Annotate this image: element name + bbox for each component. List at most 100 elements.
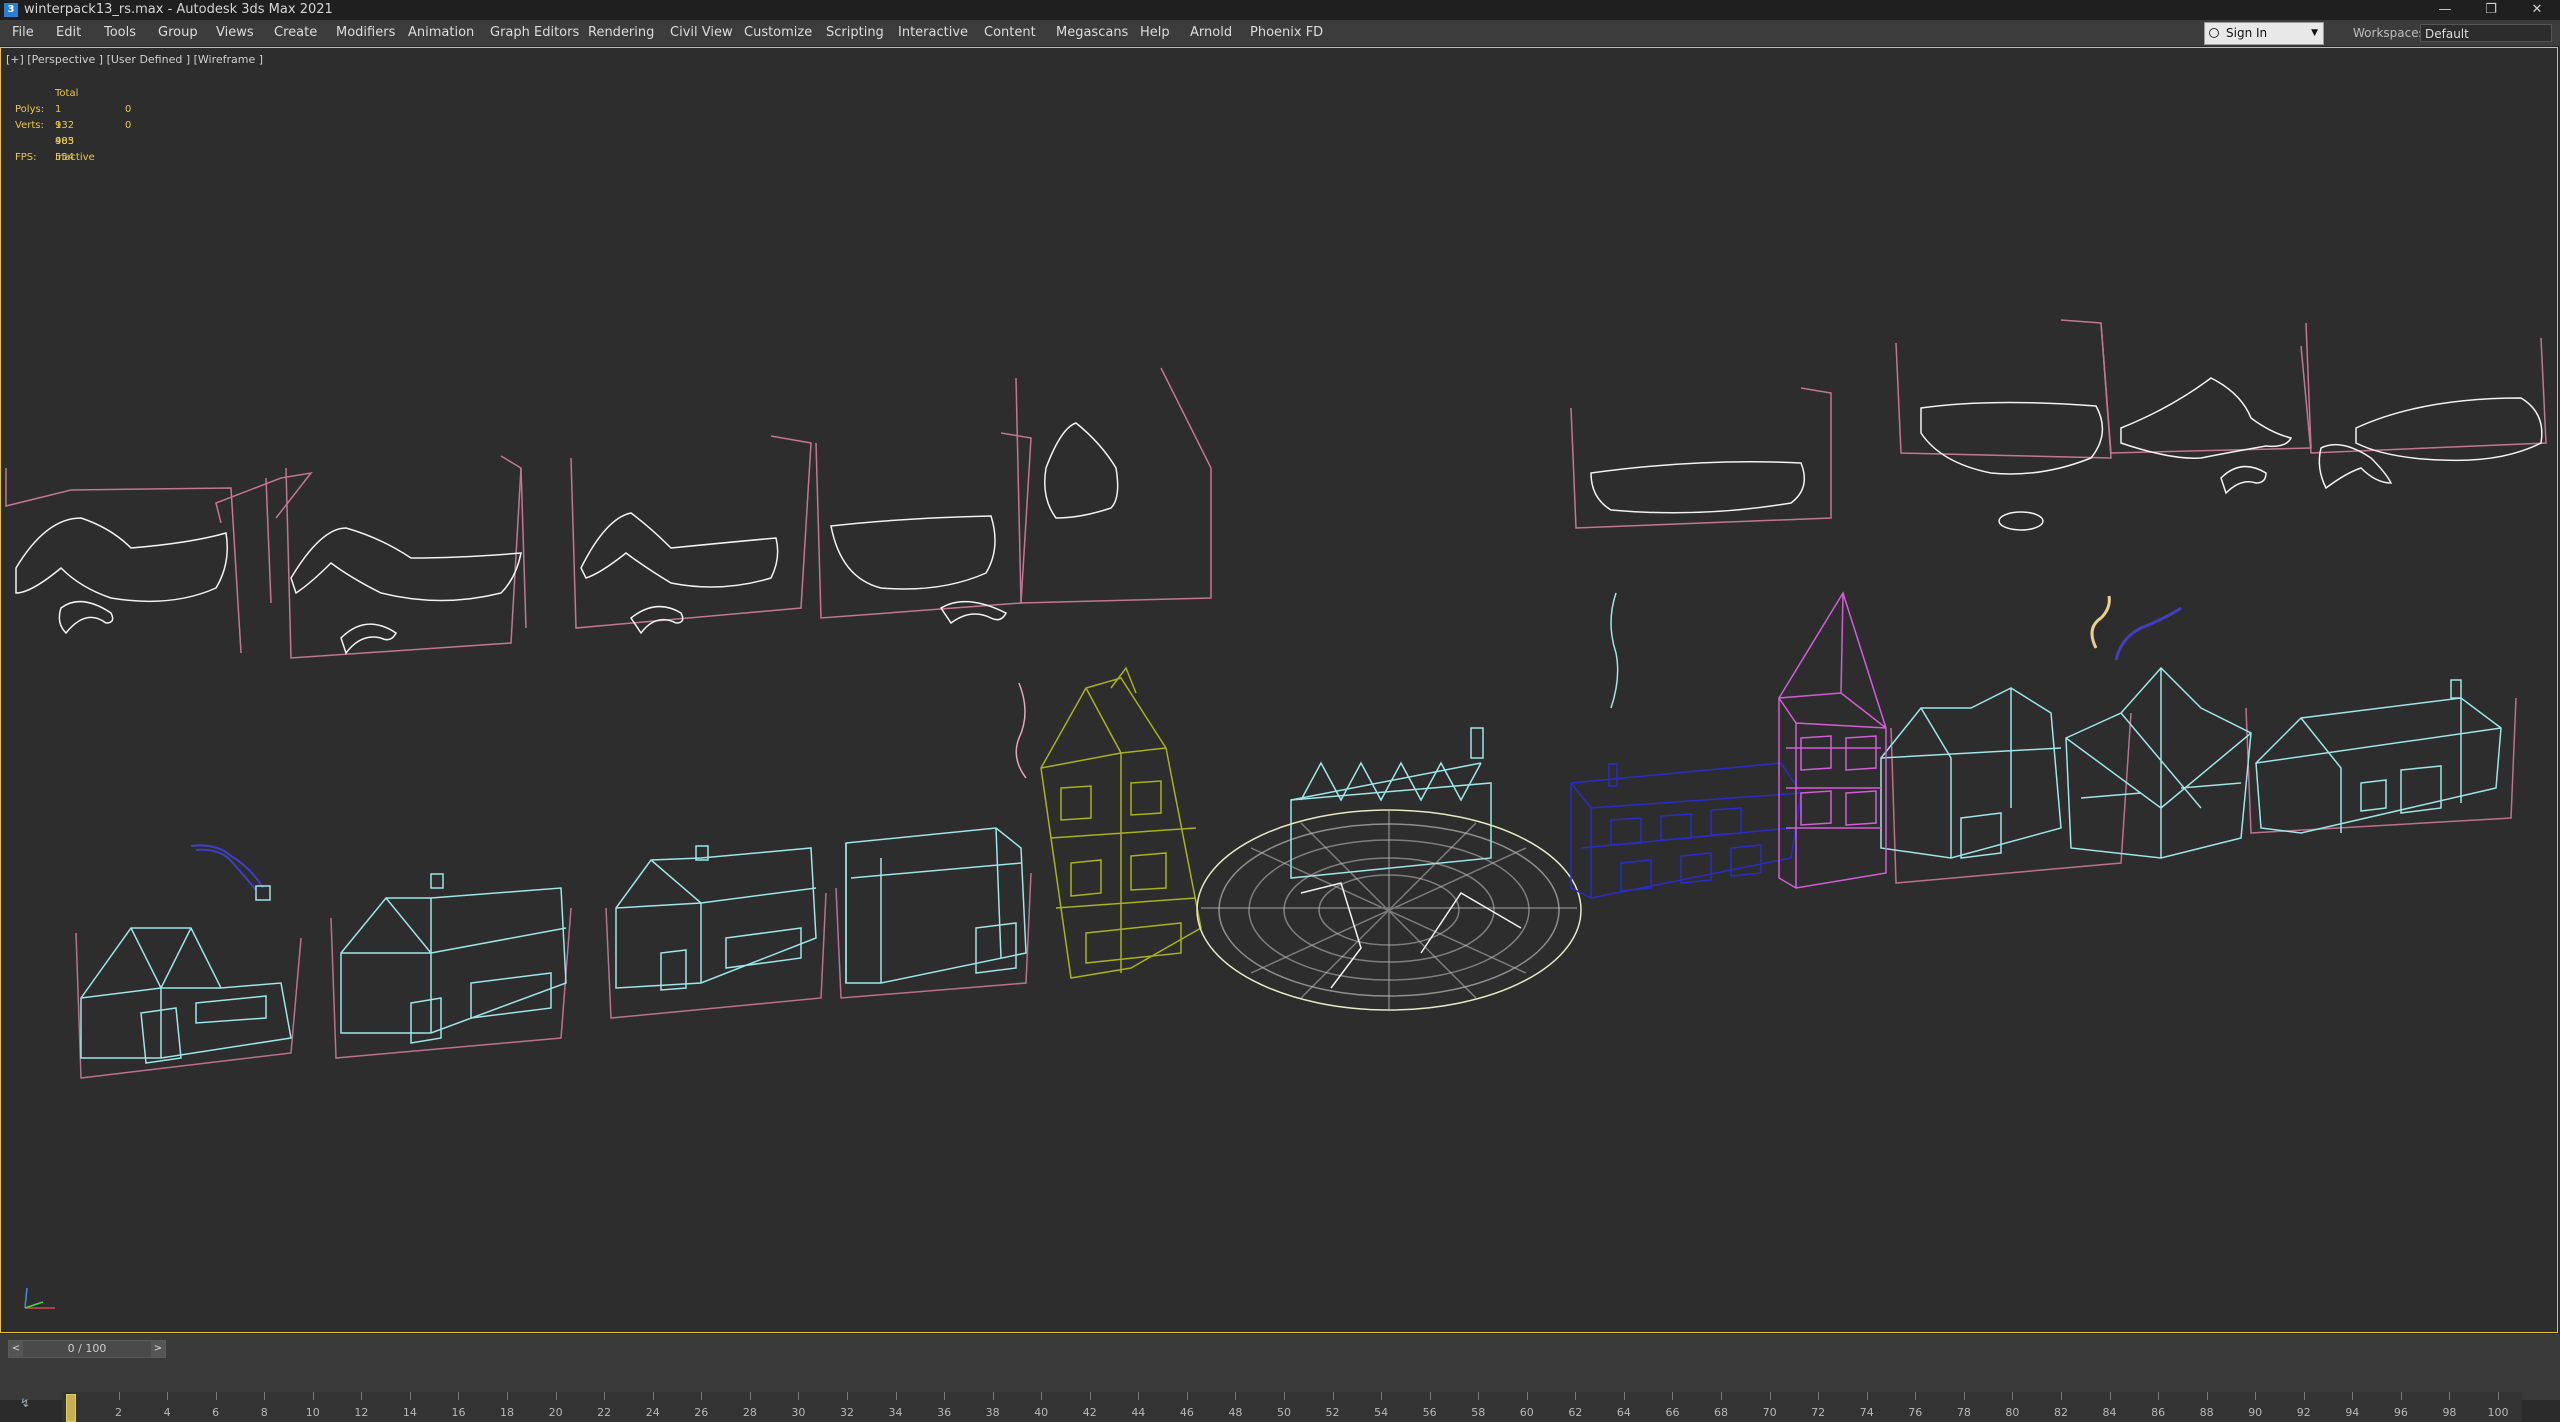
timeline-tick [2158,1392,2160,1400]
menu-arnold[interactable]: Arnold [1190,20,1232,46]
next-frame-icon[interactable]: > [151,1341,165,1357]
window-title: winterpack13_rs.max - Autodesk 3ds Max 2… [24,2,333,17]
house-mesh-olive [1040,666,1202,979]
timeline-tick [1235,1392,1237,1400]
menu-graph-editors[interactable]: Graph Editors [490,20,579,46]
menu-phoenix-fd[interactable]: Phoenix FD [1250,20,1323,46]
timeline-tick-label: 80 [2005,1406,2020,1419]
timeline-tick [1089,1392,1091,1400]
menu-content[interactable]: Content [984,20,1036,46]
timeline-tick [264,1392,266,1400]
timeline-tick [749,1392,751,1400]
timeline-tick-label: 44 [1131,1406,1146,1419]
wireframe-scene[interactable] [1,48,2557,1332]
viewport-label[interactable]: [+] [Perspective ] [User Defined ] [Wire… [6,53,263,66]
menu-animation[interactable]: Animation [408,20,474,46]
timeline-tick-label: 40 [1034,1406,1049,1419]
timeline-tick [1623,1392,1625,1400]
menu-rendering[interactable]: Rendering [588,20,654,46]
rock-meshes [15,377,2543,655]
timeline-tick-label: 30 [791,1406,806,1419]
timeline-tick-label: 52 [1325,1406,1340,1419]
timeline-tick-label: 48 [1228,1406,1243,1419]
timeline-tick-label: 58 [1471,1406,1486,1419]
time-slider[interactable]: < 0 / 100 > [8,1340,166,1358]
timeline-tick [555,1392,557,1400]
polys-selected: 0 [125,104,132,115]
timeline-tick-label: 32 [839,1406,854,1419]
timeline-tick-label: 98 [2442,1406,2457,1419]
timeline-tick [798,1392,800,1400]
menu-civil-view[interactable]: Civil View [670,20,733,46]
time-slider-position: 0 / 100 [67,1342,107,1355]
timeline-tick-label: 36 [937,1406,952,1419]
timeline-tick [215,1392,217,1400]
prev-frame-icon[interactable]: < [9,1341,23,1357]
tower-mesh-magenta [1778,591,1887,889]
sign-in-label: Sign In [2226,26,2268,40]
timeline-tick [1672,1392,1674,1400]
timeline-tick [1915,1392,1917,1400]
restore-icon[interactable]: ❐ [2468,0,2514,20]
perspective-viewport[interactable]: [+] [Perspective ] [User Defined ] [Wire… [0,47,2558,1333]
menu-megascans[interactable]: Megascans [1056,20,1128,46]
timeline-tick [846,1392,848,1400]
timeline-tick [992,1392,994,1400]
workspaces-label: Workspaces: [2353,26,2429,40]
timeline-tick [1721,1392,1723,1400]
timeline-tick [1478,1392,1480,1400]
fps-value: Inactive [55,152,95,163]
timeline-tick-label: 50 [1277,1406,1291,1419]
timeline-tick [2206,1392,2208,1400]
timeline-tick [1769,1392,1771,1400]
timeline-tick-label: 96 [2393,1406,2408,1419]
timeline-tick-label: 22 [597,1406,612,1419]
menu-customize[interactable]: Customize [744,20,812,46]
chevron-down-icon: ▼ [2311,28,2318,38]
sign-in-button[interactable]: Sign In ▼ [2204,22,2324,45]
time-cursor[interactable] [66,1394,76,1422]
timeline-tick [1575,1392,1577,1400]
timeline-tick-label: 90 [2248,1406,2263,1419]
timeline-tick-label: 42 [1082,1406,1097,1419]
workspace-select[interactable]: Default [2420,24,2552,42]
timeline-tick [2303,1392,2305,1400]
menu-bar: File Edit Tools Group Views Create Modifiers An… [0,20,2560,47]
3ds-max-app-icon[interactable]: 3 [4,3,18,17]
timeline-tick [1138,1392,1140,1400]
track-bar[interactable]: ↯ 2 4 6 8 10 12 14 16 18 20 22 24 26 28 30 32 34 36 38 40 42… [0,1362,2522,1422]
minimize-icon[interactable]: — [2422,0,2468,20]
timeline-tick-label: 14 [402,1406,417,1419]
menu-create[interactable]: Create [274,20,317,46]
menu-views[interactable]: Views [216,20,254,46]
ice-rink-mesh [1196,809,1582,1011]
timeline-tick [895,1392,897,1400]
menu-scripting[interactable]: Scripting [826,20,884,46]
menu-group[interactable]: Group [158,20,198,46]
timeline-tick [604,1392,606,1400]
timeline-tick [409,1392,411,1400]
timeline-tick [2012,1392,2014,1400]
timeline-tick-label: 8 [260,1406,268,1419]
timeline-tick [944,1392,946,1400]
menu-interactive[interactable]: Interactive [898,20,968,46]
menu-help[interactable]: Help [1140,20,1170,46]
timeline-tick [167,1392,169,1400]
timeline-tick-label: 2 [115,1406,123,1419]
close-icon[interactable]: ✕ [2514,0,2560,20]
key-mode-icon[interactable]: ↯ [20,1396,44,1416]
title-bar: 3 winterpack13_rs.max - Autodesk 3ds Max… [0,0,2560,20]
menu-edit[interactable]: Edit [56,20,81,46]
timeline-tick-label: 18 [500,1406,515,1419]
timeline-tick-label: 94 [2345,1406,2360,1419]
timeline-tick [701,1392,703,1400]
timeline-tick [2255,1392,2257,1400]
menu-tools[interactable]: Tools [104,20,136,46]
timeline-tick-label: 76 [1908,1406,1923,1419]
timeline-tick [1818,1392,1820,1400]
timeline-tick [507,1392,509,1400]
timeline-tick [1866,1392,1868,1400]
verts-selected: 0 [125,120,132,131]
menu-file[interactable]: File [12,20,34,46]
menu-modifiers[interactable]: Modifiers [336,20,395,46]
